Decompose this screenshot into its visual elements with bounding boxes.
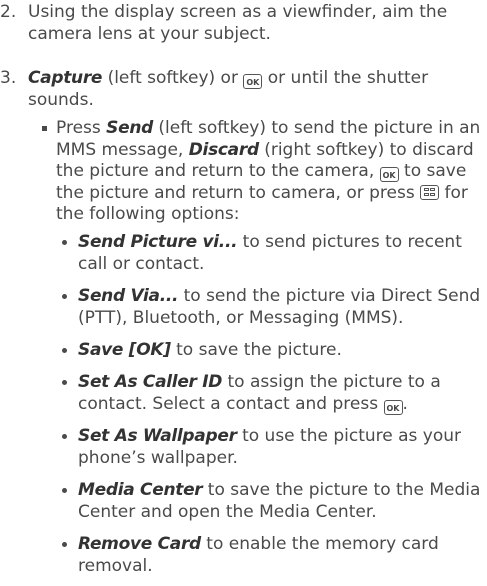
step-number: 2. (0, 2, 17, 22)
option-name: Set As Caller ID (78, 372, 223, 392)
bullet-icon (62, 434, 67, 439)
capture-key-label: Capture (28, 68, 103, 88)
step-text: Capture (left softkey) or OK or until th… (28, 68, 429, 110)
option-set-as-wallpaper: Set As Wallpaper to use the picture as y… (56, 426, 483, 469)
option-send-picture-via: Send Picture vi... to send pictures to r… (56, 232, 483, 275)
option-description: to save the picture. (170, 340, 342, 360)
bullet-icon (62, 294, 67, 299)
option-name: Send Via... (78, 286, 179, 306)
step-2: 2. Using the display screen as a viewfin… (0, 2, 487, 45)
option-remove-card: Remove Card to enable the memory card re… (56, 534, 483, 577)
instruction-text: Press Send (left softkey) to send the pi… (56, 118, 481, 224)
option-name: Save [OK] (78, 340, 171, 360)
menu-key-icon (420, 184, 440, 200)
bullet-icon (62, 348, 67, 353)
option-name: Media Center (78, 480, 203, 500)
ok-key-icon: OK (383, 399, 403, 415)
step-number: 3. (0, 68, 17, 88)
option-name: Send Picture vi... (78, 232, 238, 252)
ok-key-icon: OK (379, 167, 399, 182)
bullet-icon (62, 488, 67, 493)
step-text: Using the display screen as a viewfinder… (28, 2, 448, 44)
send-key-label: Send (106, 118, 154, 138)
option-name: Remove Card (78, 534, 201, 554)
option-name: Set As Wallpaper (78, 426, 237, 446)
option-send-via: Send Via... to send the picture via Dire… (56, 286, 483, 329)
option-media-center: Media Center to save the picture to the … (56, 480, 483, 523)
bullet-icon (62, 380, 67, 385)
square-bullet-icon (42, 126, 47, 131)
discard-key-label: Discard (188, 139, 259, 160)
send-discard-instruction: Press Send (left softkey) to send the pi… (28, 118, 483, 226)
ok-key-icon: OK (243, 74, 263, 89)
option-set-as-caller-id: Set As Caller ID to assign the picture t… (56, 372, 483, 415)
option-save: Save [OK] to save the picture. (56, 340, 483, 362)
step-3: 3. Capture (left softkey) or OK or until… (0, 68, 487, 111)
manual-page: 2. Using the display screen as a viewfin… (0, 0, 487, 586)
bullet-icon (62, 240, 67, 245)
bullet-icon (62, 542, 67, 547)
